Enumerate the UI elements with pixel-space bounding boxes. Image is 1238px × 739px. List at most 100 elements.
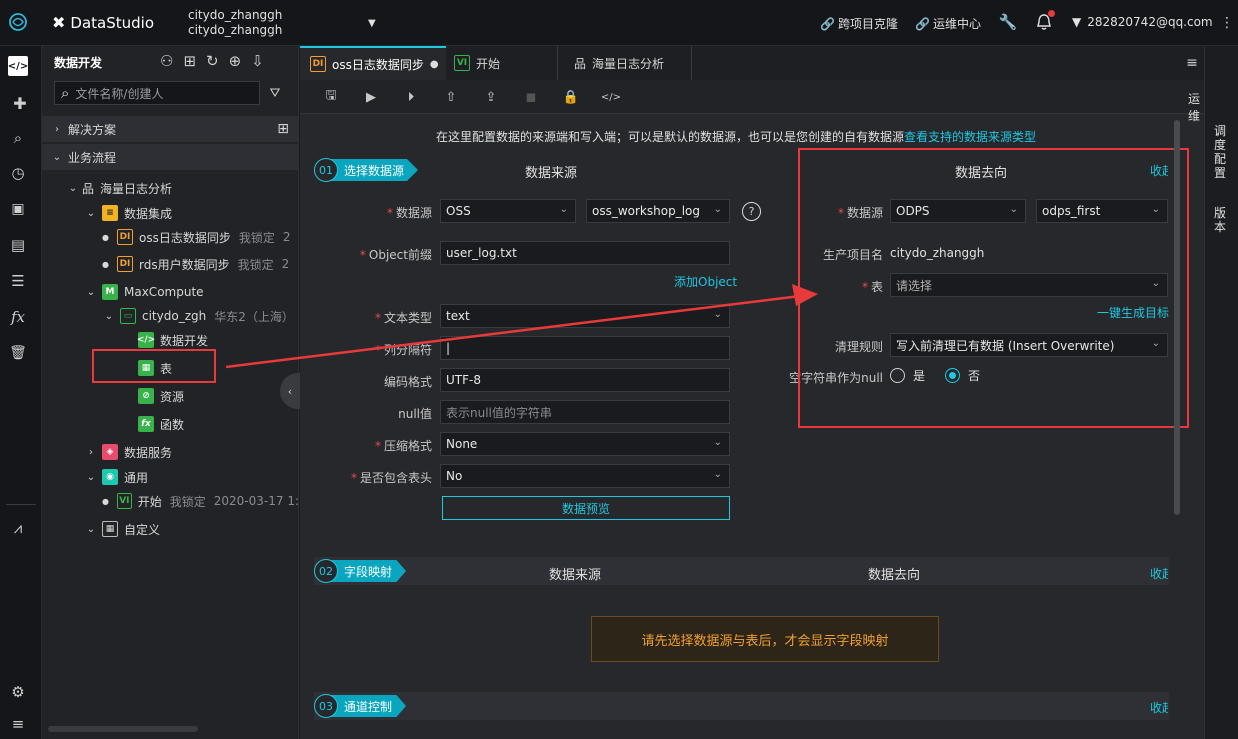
logo-icon[interactable]	[6, 10, 30, 34]
code-icon[interactable]: </>	[8, 56, 28, 76]
encoding-input[interactable]: UTF-8	[440, 368, 730, 392]
delimiter-input[interactable]: |	[440, 336, 730, 360]
menu-icon[interactable]: ≡	[8, 714, 28, 734]
locate-icon[interactable]: ⊕	[229, 52, 242, 70]
tree-general[interactable]: ⌄ ◉ 通用	[42, 464, 299, 490]
search-icon[interactable]: ⌕	[8, 128, 28, 148]
chevron-down-icon: ⌄	[86, 286, 96, 298]
mapping-warning: 请先选择数据源与表后，才会显示字段映射	[591, 616, 939, 662]
encoding-label: 编码格式	[383, 375, 432, 389]
run-params-icon[interactable]: ⏵	[400, 86, 422, 108]
graph-icon[interactable]: ⩘	[8, 518, 28, 538]
compress-label: * 压缩格式	[374, 439, 432, 453]
tab-start[interactable]: VI 开始	[448, 46, 558, 80]
add-object-link[interactable]: 添加Object	[674, 273, 737, 290]
ops-center-link[interactable]: 🔗 运维中心	[915, 15, 981, 32]
tab-oss-sync[interactable]: DI oss日志数据同步 ●	[300, 46, 446, 80]
toolbar: 🖫 ▶ ⏵ ⇧ ⇪ ◼ 🔒 </> 运维 ↗	[300, 80, 1212, 123]
workspace-selector[interactable]: citydo_zhanggh citydo_zhanggh ▼	[188, 8, 388, 38]
tree-custom[interactable]: ⌄ ▦ 自定义	[42, 516, 299, 542]
version-tab[interactable]: 版本	[1214, 206, 1230, 234]
script-mode-icon[interactable]: </>	[600, 86, 622, 108]
tree-maxcompute[interactable]: ⌄ M MaxCompute	[42, 279, 299, 305]
annotation-box-table	[92, 349, 216, 383]
flow-icon: 品	[574, 56, 587, 71]
tab-flow[interactable]: 品 海量日志分析	[568, 46, 692, 80]
content-scrollbar[interactable]	[1174, 120, 1180, 515]
section-02-bg	[314, 557, 1169, 585]
icon-bar: </> ✚ ⌕ ◷ ▣ ▤ ☰ fx 🗑 ⩘ ⚙ ≡	[0, 46, 42, 739]
grid-icon[interactable]: ⊞	[277, 121, 289, 137]
new-file-icon[interactable]: ⊞	[183, 52, 196, 70]
tree-business-flow[interactable]: ⌄ 业务流程	[42, 144, 299, 170]
src-datasource-label: * 数据源	[386, 206, 432, 220]
submit-icon[interactable]: ⇧	[440, 86, 462, 108]
tree-node-start[interactable]: ● VI 开始 我锁定 2020-03-17 1:	[42, 488, 299, 514]
object-prefix-label: * Object前缀	[359, 248, 432, 262]
search-box[interactable]: ⌕ 文件名称/创建人	[54, 81, 260, 105]
src-datasource-type-select[interactable]: OSS ⌄	[440, 199, 576, 223]
table-icon[interactable]: ▤	[8, 235, 28, 255]
fx-icon[interactable]: fx	[8, 307, 28, 327]
clock-icon[interactable]: ◷	[8, 163, 28, 183]
publish-icon[interactable]: ⇪	[480, 86, 502, 108]
stop-icon[interactable]: ◼	[520, 86, 542, 108]
search-input[interactable]: 文件名称/创建人	[75, 85, 163, 102]
filter-icon[interactable]: ⛛	[266, 84, 284, 102]
tree-engine[interactable]: ⌄ ▭ citydo_zgh 华东2（上海）	[42, 303, 299, 329]
tree-resource[interactable]: ⊘ 资源	[42, 383, 299, 409]
sidebar-scrollbar[interactable]	[48, 726, 198, 732]
divider	[6, 504, 36, 505]
text-type-label: * 文本类型	[374, 311, 432, 325]
chevron-down-icon: ⌄	[52, 151, 62, 163]
null-value-input[interactable]: 表示null值的字符串	[440, 400, 730, 424]
vi-icon: VI	[116, 493, 132, 509]
tree-flow[interactable]: ⌄ 品 海量日志分析	[42, 175, 299, 201]
data-preview-button[interactable]: 数据预览	[442, 496, 730, 520]
help-icon[interactable]: ?	[742, 202, 761, 221]
di-icon: DI	[116, 256, 133, 272]
plugin-icon[interactable]: ✚	[8, 92, 32, 114]
tree-node-oss[interactable]: ● DI oss日志数据同步 我锁定 2	[42, 224, 299, 250]
trash-icon[interactable]: 🗑	[8, 343, 28, 363]
object-prefix-input[interactable]: user_log.txt	[440, 241, 730, 265]
src-datasource-name-select[interactable]: oss_workshop_log ⌄	[586, 199, 730, 223]
sidebar: 数据开发 ⚇ ⊞ ↻ ⊕ ⇩ ⌕ 文件名称/创建人 ⛛ › 解决方案 ⊞ ⌄ 业…	[42, 46, 300, 739]
more-icon[interactable]: ⋮	[1220, 13, 1234, 33]
tree-node-rds[interactable]: ● DI rds用户数据同步 我锁定 2	[42, 251, 299, 277]
wrench-icon[interactable]: 🔧	[998, 12, 1018, 32]
save-icon[interactable]: 🖫	[320, 86, 342, 108]
schedule-config-tab[interactable]: 调度配置	[1214, 124, 1230, 180]
tree-data-service[interactable]: › ◈ 数据服务	[42, 439, 299, 465]
supported-sources-link[interactable]: 查看支持的数据来源类型	[904, 130, 1036, 144]
compress-select[interactable]: None ⌄	[440, 432, 730, 456]
clone-link[interactable]: 🔗 跨项目克隆	[820, 15, 898, 32]
section-03-number: 03	[314, 694, 338, 718]
user-menu[interactable]: ▼ 282820742@qq.com	[1072, 15, 1213, 29]
collapse-link[interactable]: 收起	[1150, 565, 1168, 582]
brand[interactable]: ✖ DataStudio	[52, 13, 154, 32]
tree-function[interactable]: fx 函数	[42, 411, 299, 437]
import-icon[interactable]: ⇩	[251, 52, 264, 70]
text-type-select[interactable]: text ⌄	[440, 304, 730, 328]
chevron-down-icon: ⌄	[713, 204, 722, 215]
vi-icon: VI	[454, 55, 470, 71]
tree-solutions[interactable]: › 解决方案 ⊞	[42, 116, 299, 142]
link-icon: 🔗	[915, 16, 930, 31]
run-icon[interactable]: ▶	[360, 86, 382, 108]
maxcompute-icon: M	[102, 284, 118, 300]
briefcase-icon[interactable]: ▣	[8, 199, 28, 219]
collapse-link[interactable]: 收起	[1150, 699, 1168, 716]
unsaved-dot-icon[interactable]: ●	[430, 59, 439, 70]
tab-menu-icon[interactable]: ≡	[1184, 55, 1200, 71]
tree-data-integration[interactable]: ⌄ ≡ 数据集成	[42, 200, 299, 226]
refresh-icon[interactable]: ↻	[206, 52, 219, 70]
sidebar-title: 数据开发	[54, 56, 103, 70]
add-user-icon[interactable]: ⚇	[160, 52, 173, 70]
list-icon[interactable]: ☰	[8, 271, 28, 291]
header-option-select[interactable]: No ⌄	[440, 464, 730, 488]
lock-icon[interactable]: 🔒	[560, 86, 582, 108]
section-01-header: 01 选择数据源	[314, 156, 419, 184]
settings-icon[interactable]: ⚙	[8, 682, 28, 702]
bell-icon[interactable]	[1034, 10, 1055, 32]
